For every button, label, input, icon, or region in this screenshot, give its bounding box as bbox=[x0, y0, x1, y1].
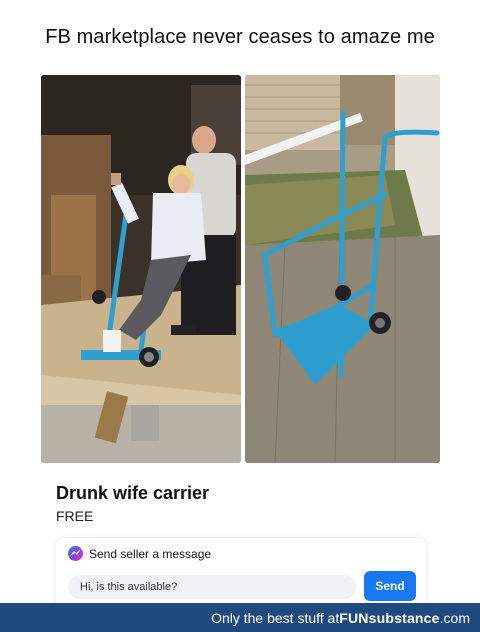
listing-price: FREE bbox=[56, 508, 94, 524]
footer-suffix: .com bbox=[439, 609, 470, 626]
listing-card: Drunk wife carrier FREE Send seller a me… bbox=[41, 463, 440, 608]
meme-caption: FB marketplace never ceases to amaze me bbox=[45, 26, 435, 48]
message-header-label: Send seller a message bbox=[89, 546, 212, 561]
photo-woman-on-cart bbox=[41, 75, 241, 463]
messenger-icon bbox=[68, 546, 83, 561]
listing-title: Drunk wife carrier bbox=[56, 483, 210, 503]
message-seller-box: Send seller a message Hi, is this availa… bbox=[56, 538, 426, 608]
photo-empty-hand-truck bbox=[245, 75, 440, 463]
footer-text: Only the best stuff at bbox=[211, 609, 340, 626]
watermark-footer: Only the best stuff at FUNsubstance .com bbox=[0, 603, 480, 632]
send-button[interactable]: Send bbox=[364, 571, 416, 601]
message-input[interactable]: Hi, is this available? bbox=[68, 575, 356, 599]
message-header: Send seller a message bbox=[68, 546, 211, 561]
footer-brand: FUNsubstance bbox=[339, 609, 440, 626]
